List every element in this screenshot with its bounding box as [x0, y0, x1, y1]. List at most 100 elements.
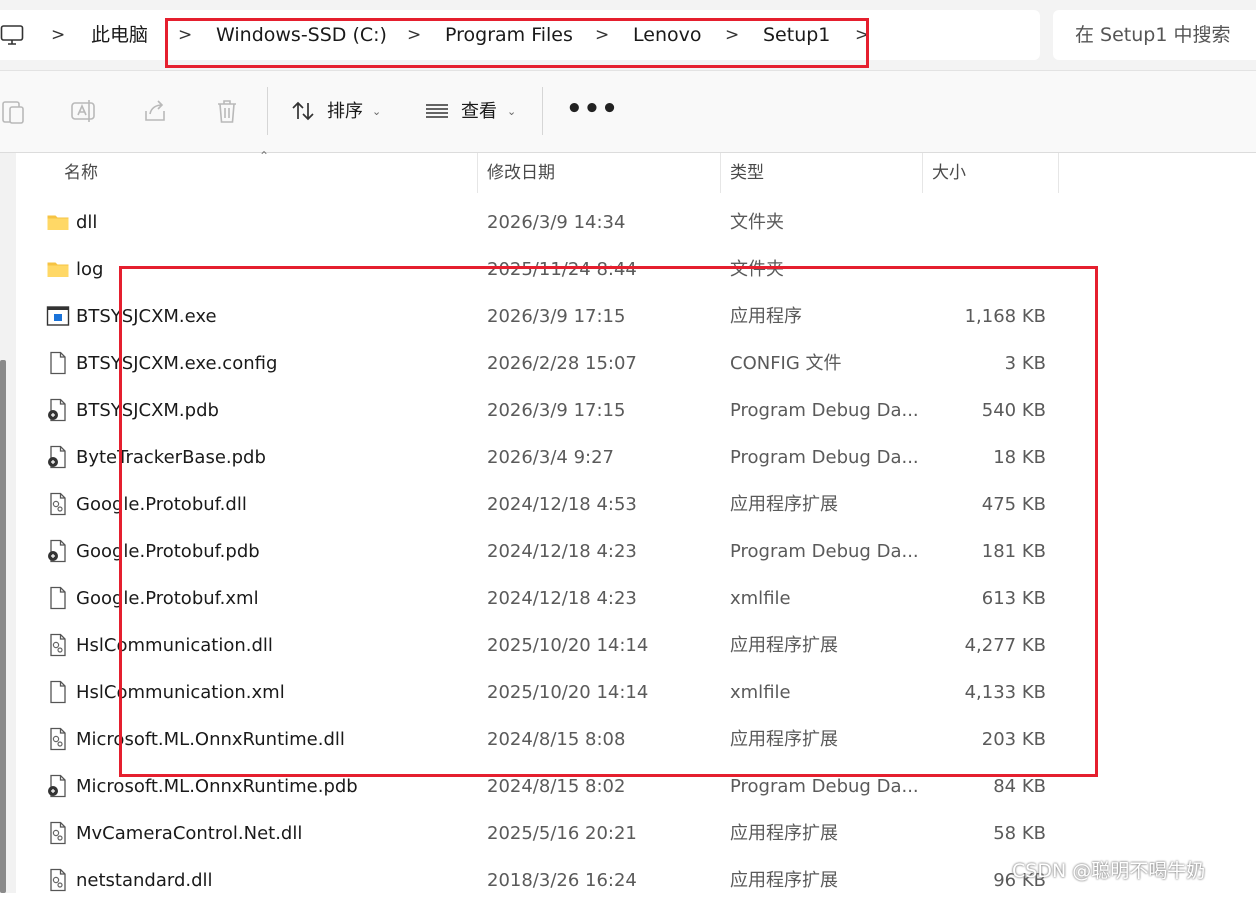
file-date: 2026/3/4 9:27: [487, 447, 614, 468]
view-button[interactable]: 查看: [461, 71, 497, 152]
file-size: 540 KB: [981, 400, 1046, 421]
file-row[interactable]: Microsoft.ML.OnnxRuntime.pdb 2024/8/15 8:…: [16, 763, 1256, 810]
file-date: 2018/3/26 16:24: [487, 870, 637, 891]
file-date: 2024/8/15 8:02: [487, 776, 626, 797]
breadcrumb-this-pc[interactable]: 此电脑: [91, 10, 148, 60]
file-name[interactable]: Google.Protobuf.pdb: [76, 528, 260, 575]
folder-icon: [46, 257, 70, 281]
file-row[interactable]: ByteTrackerBase.pdb 2026/3/4 9:27 Program …: [16, 434, 1256, 481]
chevron-right-icon[interactable]: >: [595, 10, 609, 60]
navigation-pane-edge: [0, 153, 16, 893]
column-separator[interactable]: [477, 153, 478, 193]
column-separator[interactable]: [720, 153, 721, 193]
chevron-right-icon[interactable]: >: [407, 10, 421, 60]
file-icon: [46, 351, 70, 375]
breadcrumb-setup1[interactable]: Setup1: [763, 10, 830, 60]
file-row[interactable]: Google.Protobuf.pdb 2024/12/18 4:23 Progra…: [16, 528, 1256, 575]
file-row[interactable]: HslCommunication.xml 2025/10/20 14:14 xmlf…: [16, 669, 1256, 716]
file-row[interactable]: MvCameraControl.Net.dll 2025/5/16 20:21 应用…: [16, 810, 1256, 857]
file-name[interactable]: Google.Protobuf.xml: [76, 575, 259, 622]
file-name[interactable]: Google.Protobuf.dll: [76, 481, 247, 528]
file-row[interactable]: Google.Protobuf.dll 2024/12/18 4:53 应用程序扩展…: [16, 481, 1256, 528]
file-row[interactable]: log 2025/11/24 8:44 文件夹: [16, 246, 1256, 293]
chevron-down-icon[interactable]: ⌄: [507, 71, 516, 152]
chevron-right-icon[interactable]: >: [855, 10, 869, 60]
file-date: 2025/5/16 20:21: [487, 823, 637, 844]
file-row[interactable]: Google.Protobuf.xml 2024/12/18 4:23 xmlfil…: [16, 575, 1256, 622]
address-row: > 此电脑 > Windows-SSD (C:) > Program Files…: [0, 0, 1256, 71]
file-row[interactable]: Microsoft.ML.OnnxRuntime.dll 2024/8/15 8:…: [16, 716, 1256, 763]
chevron-down-icon[interactable]: ⌄: [372, 71, 381, 152]
file-name[interactable]: HslCommunication.xml: [76, 669, 285, 716]
file-type: Program Debug Da...: [730, 447, 919, 468]
file-date: 2024/12/18 4:23: [487, 588, 637, 609]
file-size: 203 KB: [981, 729, 1046, 750]
pdb-icon: [46, 398, 70, 422]
file-name[interactable]: Microsoft.ML.OnnxRuntime.dll: [76, 716, 345, 763]
delete-icon[interactable]: [214, 97, 240, 125]
dll-icon: [46, 868, 70, 892]
toolbar-separator: [542, 87, 543, 135]
column-separator[interactable]: [922, 153, 923, 193]
column-separator[interactable]: [1058, 153, 1059, 193]
column-header-type[interactable]: 类型: [730, 153, 764, 193]
more-options-button[interactable]: •••: [566, 71, 619, 152]
pdb-icon: [46, 539, 70, 563]
file-row[interactable]: BTSYSJCXM.exe 2026/3/9 17:15 应用程序 1,168 KB: [16, 293, 1256, 340]
file-row[interactable]: dll 2026/3/9 14:34 文件夹: [16, 199, 1256, 246]
column-header-name[interactable]: 名称: [64, 153, 98, 193]
file-name[interactable]: log: [76, 246, 103, 293]
search-input[interactable]: 在 Setup1 中搜索: [1053, 10, 1256, 60]
file-date: 2026/3/9 17:15: [487, 306, 626, 327]
file-size: 1,168 KB: [964, 306, 1046, 327]
file-name[interactable]: MvCameraControl.Net.dll: [76, 810, 302, 857]
file-name[interactable]: netstandard.dll: [76, 857, 213, 904]
file-date: 2025/11/24 8:44: [487, 259, 637, 280]
scrollbar-thumb[interactable]: [0, 360, 6, 893]
file-type: 应用程序扩展: [730, 494, 838, 515]
file-type: 文件夹: [730, 259, 784, 280]
file-type: 应用程序扩展: [730, 823, 838, 844]
breadcrumb-lenovo[interactable]: Lenovo: [633, 10, 701, 60]
rename-icon[interactable]: [70, 97, 96, 125]
chevron-right-icon[interactable]: >: [51, 10, 65, 60]
file-size: 4,277 KB: [964, 635, 1046, 656]
file-row[interactable]: HslCommunication.dll 2025/10/20 14:14 应用程序…: [16, 622, 1256, 669]
paste-icon[interactable]: [0, 97, 26, 125]
file-row[interactable]: BTSYSJCXM.exe.config 2026/2/28 15:07 CONFI…: [16, 340, 1256, 387]
file-type: 文件夹: [730, 212, 784, 233]
share-icon[interactable]: [142, 97, 168, 125]
sort-button[interactable]: 排序: [327, 71, 363, 152]
search-placeholder: 在 Setup1 中搜索: [1075, 24, 1231, 46]
file-name[interactable]: BTSYSJCXM.pdb: [76, 387, 219, 434]
chevron-right-icon[interactable]: >: [178, 10, 192, 60]
file-name[interactable]: BTSYSJCXM.exe: [76, 293, 217, 340]
column-header-date[interactable]: 修改日期: [487, 153, 555, 193]
file-date: 2026/3/9 14:34: [487, 212, 626, 233]
address-bar[interactable]: > 此电脑 > Windows-SSD (C:) > Program Files…: [0, 10, 1040, 60]
file-date: 2024/8/15 8:08: [487, 729, 626, 750]
file-name[interactable]: dll: [76, 199, 97, 246]
sort-icon[interactable]: [290, 97, 316, 125]
this-pc-icon[interactable]: [0, 23, 24, 47]
file-name[interactable]: BTSYSJCXM.exe.config: [76, 340, 277, 387]
file-date: 2026/3/9 17:15: [487, 400, 626, 421]
chevron-right-icon[interactable]: >: [725, 10, 739, 60]
file-size: 84 KB: [993, 776, 1046, 797]
file-size: 181 KB: [981, 541, 1046, 562]
file-type: Program Debug Da...: [730, 400, 919, 421]
folder-icon: [46, 210, 70, 234]
file-date: 2025/10/20 14:14: [487, 682, 649, 703]
file-date: 2024/12/18 4:23: [487, 541, 637, 562]
column-header-size[interactable]: 大小: [932, 153, 966, 193]
file-name[interactable]: Microsoft.ML.OnnxRuntime.pdb: [76, 763, 358, 810]
file-type: xmlfile: [730, 588, 791, 609]
file-name[interactable]: ByteTrackerBase.pdb: [76, 434, 266, 481]
file-name[interactable]: HslCommunication.dll: [76, 622, 273, 669]
breadcrumb-drive-c[interactable]: Windows-SSD (C:): [216, 10, 387, 60]
file-row[interactable]: BTSYSJCXM.pdb 2026/3/9 17:15 Program Debug…: [16, 387, 1256, 434]
file-type: CONFIG 文件: [730, 353, 842, 374]
breadcrumb-program-files[interactable]: Program Files: [445, 10, 573, 60]
dll-icon: [46, 821, 70, 845]
view-icon[interactable]: [424, 97, 450, 125]
